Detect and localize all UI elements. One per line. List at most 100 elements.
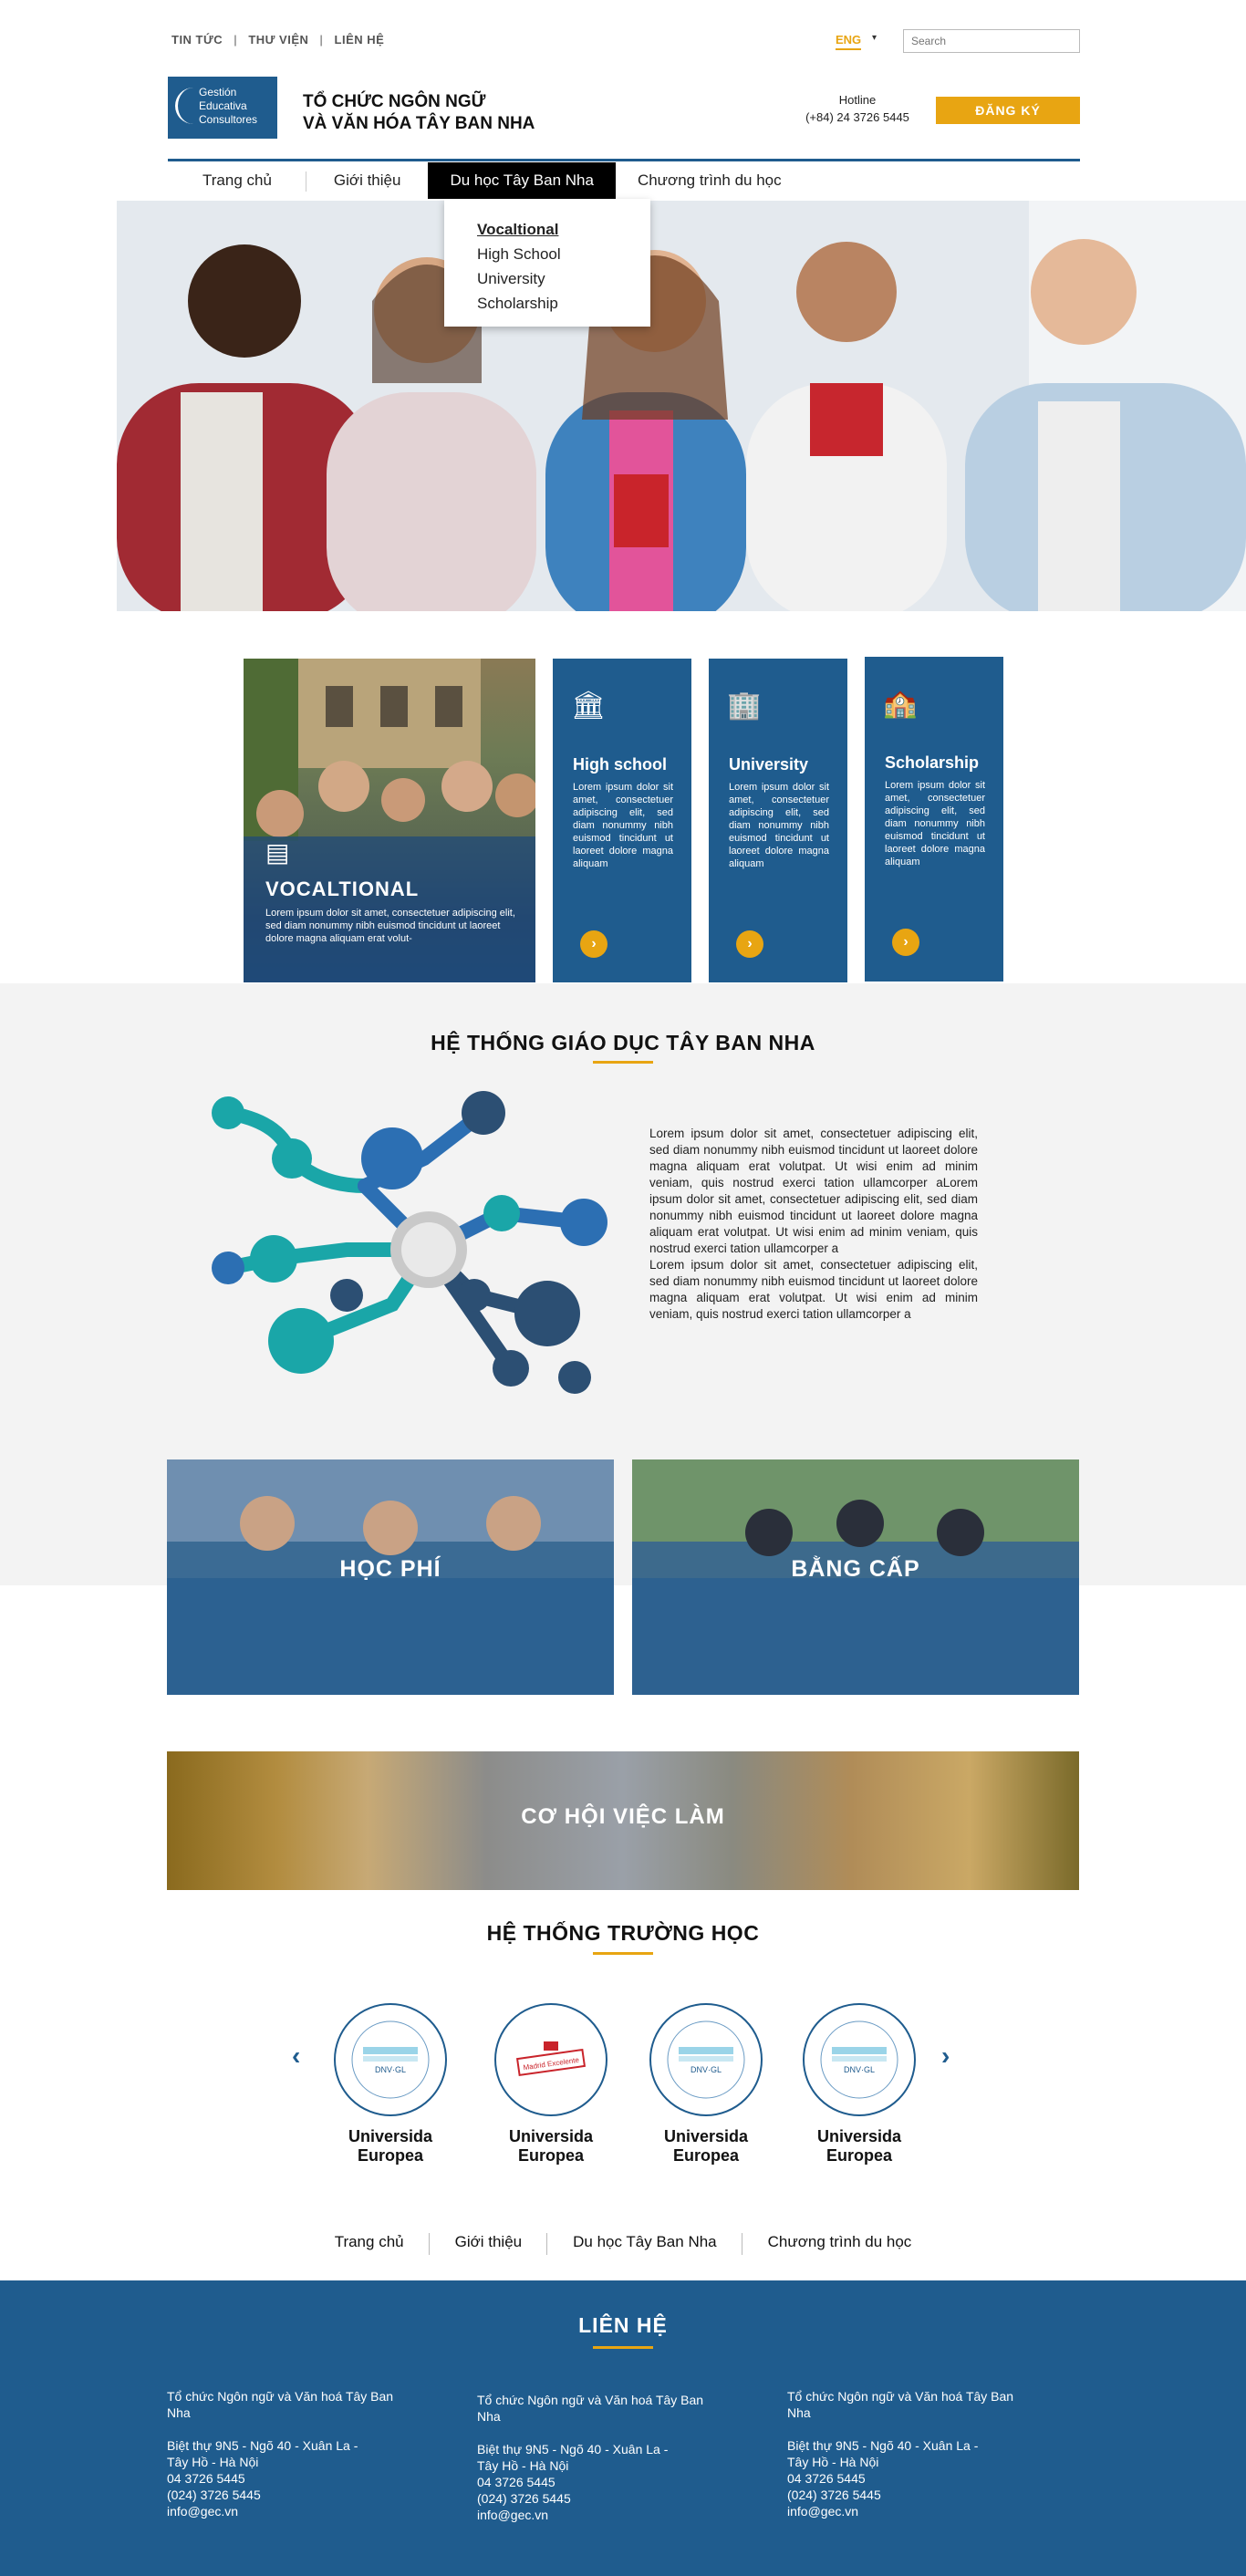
contact-address: Biệt thự 9N5 - Ngõ 40 - Xuân La -	[787, 2438, 979, 2453]
top-bar: TIN TỨC | THƯ VIỆN | LIÊN HỆ ENG ▾	[171, 29, 1080, 53]
carousel-prev-icon[interactable]: ‹	[292, 2041, 300, 2071]
footer-nav-programs[interactable]: Chương trình du học	[742, 2233, 938, 2251]
register-button[interactable]: ĐĂNG KÝ	[936, 97, 1080, 124]
title-underline	[593, 2346, 653, 2349]
hero-students-illustration	[117, 201, 1246, 611]
school-item[interactable]: DNV·GL Universida Europea	[649, 2003, 763, 2166]
contact-address: Biệt thự 9N5 - Ngõ 40 - Xuân La -	[477, 2442, 669, 2457]
badge-text: DNV·GL	[844, 2065, 875, 2074]
top-link-contact[interactable]: LIÊN HỆ	[324, 33, 396, 47]
school-item[interactable]: DNV·GL Universida Europea	[334, 2003, 447, 2166]
hotline-label: Hotline	[838, 93, 877, 107]
chevron-right-button[interactable]: ›	[580, 930, 607, 958]
section-title: HỆ THỐNG GIÁO DỤC TÂY BAN NHA	[431, 1031, 815, 1054]
footer-nav-study-spain[interactable]: Du học Tây Ban Nha	[547, 2233, 742, 2255]
dropdown-item-high-school[interactable]: High School	[477, 242, 650, 266]
campus-icon: 🏫	[883, 689, 918, 719]
school-name-line1: Universida	[348, 2127, 433, 2145]
contact-phone[interactable]: (024) 3726 5445	[787, 2487, 1015, 2503]
logo[interactable]: Gestión Educativa Consultores	[168, 77, 277, 139]
logo-line: Educativa	[199, 99, 247, 112]
contact-address: Tây Hồ - Hà Nội	[167, 2455, 259, 2469]
contact-column: Tổ chức Ngôn ngữ và Văn hoá Tây Ban Nha …	[787, 2388, 1015, 2519]
school-name-line2: Europea	[825, 2146, 893, 2165]
program-title: High school	[573, 755, 667, 774]
contact-phone[interactable]: 04 3726 5445	[167, 2470, 395, 2487]
hotline-number[interactable]: (+84) 24 3726 5445	[784, 109, 930, 126]
chevron-down-icon[interactable]: ▾	[872, 33, 877, 43]
education-system-text: Lorem ipsum dolor sit amet, consectetuer…	[649, 1126, 978, 1323]
org-name-line2: VÀ VĂN HÓA TÂY BAN NHA	[303, 114, 535, 133]
hero-banner-image	[117, 201, 1246, 611]
nav-item-about[interactable]: Giới thiệu	[306, 162, 429, 199]
madrid-badge: Madrid Excelente	[515, 2041, 587, 2077]
title-underline	[593, 1952, 653, 1955]
dnv-badge: DNV·GL	[667, 2020, 745, 2099]
certification-badge-icon: DNV·GL	[334, 2003, 447, 2116]
contact-phone[interactable]: (024) 3726 5445	[167, 2487, 395, 2503]
certificate-icon: ▤	[265, 838, 290, 867]
dnv-badge: DNV·GL	[351, 2020, 430, 2099]
logo-text: Gestión Educativa Consultores	[199, 86, 257, 127]
main-nav: Trang chủ Giới thiệu Du học Tây Ban Nha …	[168, 162, 804, 199]
org-name-line1: TỔ CHỨC NGÔN NGỮ	[303, 92, 486, 111]
school-item[interactable]: Madrid Excelente Universida Europea	[494, 2003, 607, 2166]
nav-item-programs[interactable]: Chương trình du học	[616, 162, 804, 199]
certification-badge-icon: DNV·GL	[649, 2003, 763, 2116]
university-building-icon: 🏢	[727, 691, 762, 721]
dnv-badge: DNV·GL	[820, 2020, 898, 2099]
tile-degrees[interactable]: BẰNG CẤP	[632, 1459, 1079, 1695]
contact-address: Biệt thự 9N5 - Ngõ 40 - Xuân La -	[167, 2438, 358, 2453]
contact-column: Tổ chức Ngôn ngữ và Văn hoá Tây Ban Nha …	[167, 2388, 395, 2519]
contact-email[interactable]: info@gec.vn	[477, 2507, 705, 2523]
nav-item-study-spain[interactable]: Du học Tây Ban Nha	[428, 162, 616, 199]
badge-text: DNV·GL	[375, 2065, 406, 2074]
dropdown-item-scholarship[interactable]: Scholarship	[477, 291, 650, 316]
program-card-scholarship[interactable]: 🏫 Scholarship Lorem ipsum dolor sit amet…	[865, 657, 1003, 982]
school-name-line2: Europea	[357, 2146, 424, 2165]
school-name: Universida Europea	[803, 2127, 916, 2166]
madrid-excellence-badge-icon: Madrid Excelente	[494, 2003, 607, 2116]
contact-org: Tổ chức Ngôn ngữ và Văn hoá Tây Ban Nha	[787, 2389, 1014, 2420]
chevron-right-button[interactable]: ›	[736, 930, 763, 958]
search-input[interactable]	[903, 29, 1080, 53]
footer-title: LIÊN HỆ	[578, 2313, 668, 2337]
program-card-university[interactable]: 🏢 University Lorem ipsum dolor sit amet,…	[709, 659, 847, 982]
school-name: Universida Europea	[649, 2127, 763, 2166]
dropdown-item-university[interactable]: University	[477, 266, 650, 291]
contact-phone[interactable]: 04 3726 5445	[787, 2470, 1015, 2487]
footer-nav-home[interactable]: Trang chủ	[309, 2233, 430, 2255]
contact-email[interactable]: info@gec.vn	[787, 2503, 1015, 2519]
school-name-line1: Universida	[508, 2127, 594, 2145]
top-link-news[interactable]: TIN TỨC	[171, 33, 234, 47]
title-underline	[593, 1061, 653, 1064]
tile-tuition[interactable]: HỌC PHÍ	[167, 1459, 614, 1695]
top-links: TIN TỨC | THƯ VIỆN | LIÊN HỆ	[171, 33, 395, 47]
school-name-line2: Europea	[672, 2146, 740, 2165]
logo-line: Consultores	[199, 113, 258, 126]
career-opportunities-banner[interactable]: CƠ HỘI VIỆC LÀM	[167, 1751, 1079, 1890]
tile-label: BẰNG CẤP	[791, 1556, 920, 1582]
contact-phone[interactable]: (024) 3726 5445	[477, 2490, 705, 2507]
program-card-vocational[interactable]: ▤ VOCALTIONAL Lorem ipsum dolor sit amet…	[244, 659, 535, 982]
contact-org: Tổ chức Ngôn ngữ và Văn hoá Tây Ban Nha	[167, 2389, 394, 2420]
program-description: Lorem ipsum dolor sit amet, consectetuer…	[729, 782, 829, 869]
program-title: University	[729, 755, 809, 774]
nav-item-home[interactable]: Trang chủ	[168, 162, 306, 199]
school-item[interactable]: DNV·GL Universida Europea	[803, 2003, 916, 2166]
language-selector[interactable]: ENG	[836, 33, 862, 50]
program-title: VOCALTIONAL	[265, 878, 420, 900]
page: { "colors": { "primary": "#1f5c8e", "acc…	[0, 0, 1246, 2576]
dropdown-item-vocational[interactable]: Vocaltional	[477, 217, 650, 242]
carousel-next-icon[interactable]: ›	[941, 2041, 950, 2071]
career-label: CƠ HỘI VIỆC LÀM	[521, 1804, 725, 1829]
chevron-right-button[interactable]: ›	[892, 929, 919, 956]
top-link-library[interactable]: THƯ VIỆN	[237, 33, 319, 47]
section-title: HỆ THỐNG TRƯỜNG HỌC	[486, 1921, 760, 1945]
contact-email[interactable]: info@gec.vn	[167, 2503, 395, 2519]
school-name-line2: Europea	[517, 2146, 585, 2165]
contact-phone[interactable]: 04 3726 5445	[477, 2474, 705, 2490]
program-card-high-school[interactable]: 🏛 High school Lorem ipsum dolor sit amet…	[553, 659, 691, 982]
footer-nav-about[interactable]: Giới thiệu	[430, 2233, 548, 2255]
logo-line: Gestión	[199, 86, 237, 99]
